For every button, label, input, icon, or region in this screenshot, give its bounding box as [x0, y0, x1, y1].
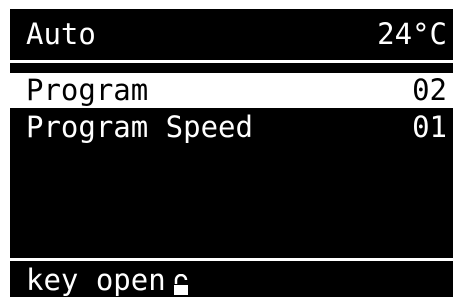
menu-item-program-speed[interactable]: Program Speed 01 [10, 110, 453, 145]
temperature-readout: 24°C [377, 17, 447, 51]
unlocked-padlock-icon [172, 272, 190, 295]
menu-item-program[interactable]: Program 02 [10, 73, 453, 108]
status-header: Auto 24°C [10, 9, 453, 56]
menu-item-label: Program Speed [26, 110, 253, 144]
mode-label: Auto [26, 17, 96, 51]
key-status-text: key open [26, 263, 166, 297]
lcd-display: Auto 24°C Program 02 Program Speed 01 ke… [10, 9, 453, 297]
menu-item-value: 02 [412, 73, 447, 107]
footer-divider [10, 258, 453, 261]
header-divider [10, 60, 453, 63]
menu-item-label: Program [26, 73, 149, 107]
menu-item-value: 01 [412, 110, 447, 144]
key-status-bar: key open [10, 264, 453, 297]
